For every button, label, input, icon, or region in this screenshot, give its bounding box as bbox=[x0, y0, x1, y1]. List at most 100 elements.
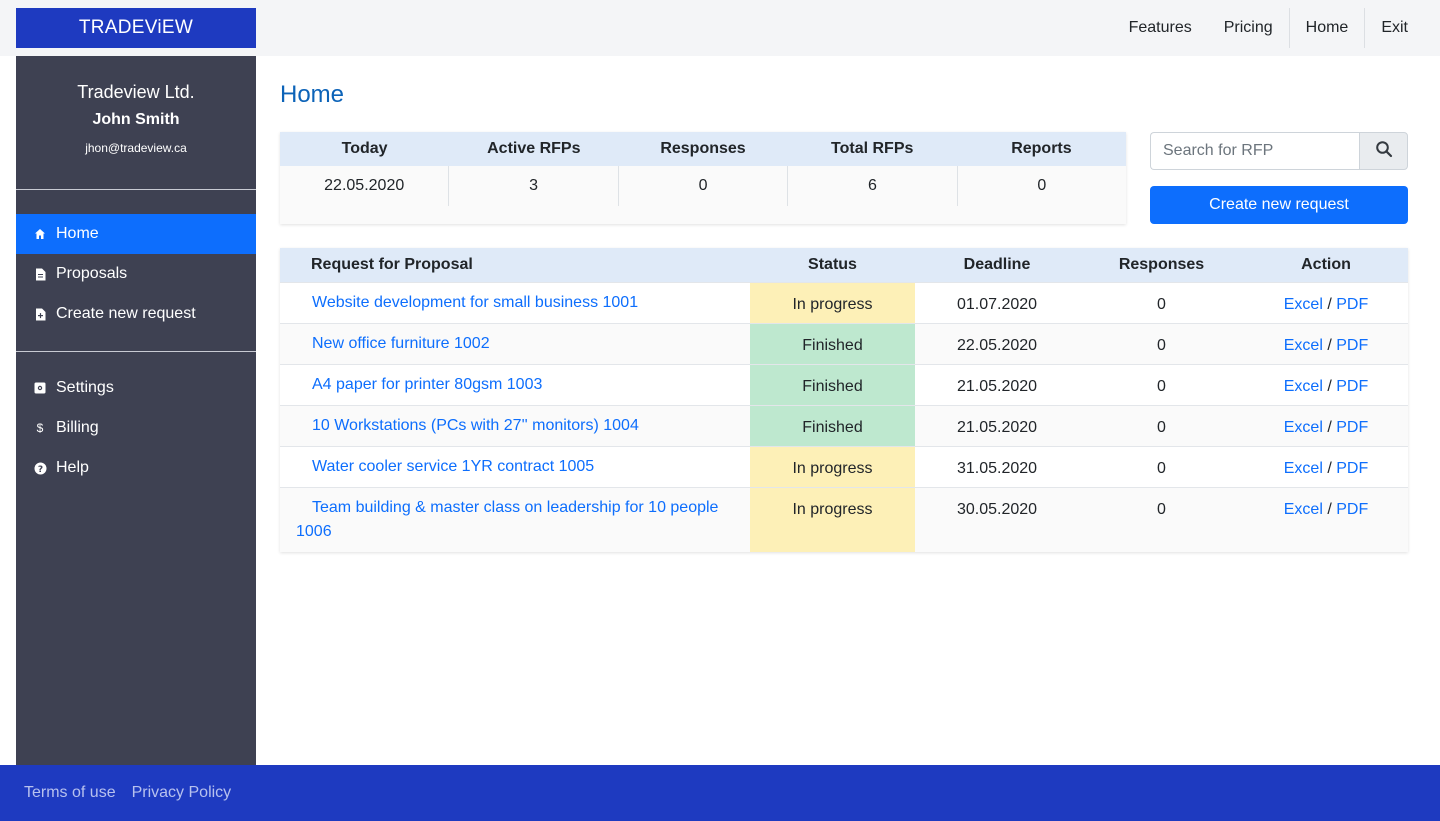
document-icon bbox=[32, 266, 48, 282]
search-input[interactable] bbox=[1150, 132, 1359, 170]
nav-features-link[interactable]: Features bbox=[1113, 8, 1208, 48]
top-nav: Features Pricing Home Exit bbox=[1113, 8, 1424, 48]
action-cell: Excel / PDF bbox=[1244, 447, 1408, 487]
page-title: Home bbox=[280, 81, 345, 108]
table-row: New office furniture 1002 Finished 22.05… bbox=[280, 323, 1408, 364]
terms-of-use-link[interactable]: Terms of use bbox=[24, 784, 116, 802]
rfp-title-link[interactable]: 10 Workstations (PCs with 27'' monitors)… bbox=[296, 414, 730, 438]
sidebar-item-label: Proposals bbox=[56, 265, 128, 282]
action-separator: / bbox=[1327, 501, 1332, 518]
action-separator: / bbox=[1327, 378, 1332, 395]
pdf-link[interactable]: PDF bbox=[1336, 378, 1368, 395]
responses-cell: 0 bbox=[1157, 378, 1166, 395]
nav-exit-link[interactable]: Exit bbox=[1365, 8, 1424, 48]
excel-link[interactable]: Excel bbox=[1284, 337, 1323, 354]
stats-value-total-rfps: 6 bbox=[788, 166, 958, 206]
search-group bbox=[1150, 132, 1408, 170]
table-row: Team building & master class on leadersh… bbox=[280, 487, 1408, 552]
status-cell: In progress bbox=[750, 283, 915, 323]
table-row: A4 paper for printer 80gsm 1003 Finished… bbox=[280, 364, 1408, 405]
stats-value-today: 22.05.2020 bbox=[280, 166, 450, 206]
stats-header-active-rfps: Active RFPs bbox=[487, 140, 581, 157]
nav-home-link[interactable]: Home bbox=[1290, 8, 1365, 48]
status-cell: In progress bbox=[750, 447, 915, 487]
sidebar-item-help[interactable]: ? Help bbox=[16, 448, 256, 488]
rfp-title-link[interactable]: New office furniture 1002 bbox=[296, 332, 730, 356]
settings-icon bbox=[32, 380, 48, 396]
table-row: Website development for small business 1… bbox=[280, 282, 1408, 323]
rfp-title-link[interactable]: Team building & master class on leadersh… bbox=[296, 496, 730, 544]
pdf-link[interactable]: PDF bbox=[1336, 337, 1368, 354]
sidebar-item-proposals[interactable]: Proposals bbox=[16, 254, 256, 294]
svg-text:?: ? bbox=[37, 464, 42, 474]
pdf-link[interactable]: PDF bbox=[1336, 296, 1368, 313]
rfp-title-link[interactable]: Website development for small business 1… bbox=[296, 291, 730, 315]
sidebar-item-billing[interactable]: $ Billing bbox=[16, 408, 256, 448]
responses-cell: 0 bbox=[1157, 460, 1166, 477]
stats-header-reports: Reports bbox=[1011, 140, 1072, 157]
excel-link[interactable]: Excel bbox=[1284, 378, 1323, 395]
action-cell: Excel / PDF bbox=[1244, 283, 1408, 323]
action-cell: Excel / PDF bbox=[1244, 406, 1408, 446]
table-row: 10 Workstations (PCs with 27'' monitors)… bbox=[280, 405, 1408, 446]
stats-header-responses: Responses bbox=[660, 140, 746, 157]
document-add-icon bbox=[32, 306, 48, 322]
company-name: Tradeview Ltd. bbox=[77, 82, 195, 102]
responses-cell: 0 bbox=[1157, 337, 1166, 354]
stats-header-today: Today bbox=[341, 140, 388, 157]
pdf-link[interactable]: PDF bbox=[1336, 460, 1368, 477]
stats-value-reports: 0 bbox=[1037, 177, 1047, 194]
column-header-request: Request for Proposal bbox=[311, 256, 473, 273]
rfp-title-link[interactable]: Water cooler service 1YR contract 1005 bbox=[296, 455, 730, 479]
action-cell: Excel / PDF bbox=[1244, 488, 1408, 552]
excel-link[interactable]: Excel bbox=[1284, 501, 1323, 518]
brand-logo[interactable]: TRADEViEW bbox=[16, 8, 256, 48]
privacy-policy-link[interactable]: Privacy Policy bbox=[132, 784, 232, 802]
sidebar: Tradeview Ltd. John Smith jhon@tradeview… bbox=[16, 56, 256, 765]
deadline-cell: 01.07.2020 bbox=[956, 296, 1038, 313]
top-navbar: TRADEViEW Features Pricing Home Exit bbox=[0, 0, 1440, 56]
deadline-cell: 22.05.2020 bbox=[956, 337, 1038, 354]
excel-link[interactable]: Excel bbox=[1284, 419, 1323, 436]
action-separator: / bbox=[1327, 296, 1332, 313]
excel-link[interactable]: Excel bbox=[1284, 460, 1323, 477]
stats-header-row: Today Active RFPs Responses Total RFPs R… bbox=[280, 132, 1126, 166]
rfp-table: Request for Proposal Status Deadline Res… bbox=[280, 248, 1408, 552]
column-header-status: Status bbox=[808, 256, 857, 273]
action-separator: / bbox=[1327, 337, 1332, 354]
action-separator: / bbox=[1327, 419, 1332, 436]
status-cell: In progress bbox=[750, 488, 915, 552]
home-icon bbox=[32, 226, 48, 242]
sidebar-item-label: Create new request bbox=[56, 305, 196, 322]
stats-value-row: 22.05.2020 3 0 6 0 bbox=[280, 166, 1126, 206]
deadline-cell: 31.05.2020 bbox=[956, 460, 1038, 477]
nav-pricing-link[interactable]: Pricing bbox=[1208, 8, 1289, 48]
sidebar-item-label: Home bbox=[56, 225, 99, 242]
excel-link[interactable]: Excel bbox=[1284, 296, 1323, 313]
status-cell: Finished bbox=[750, 324, 915, 364]
column-header-responses: Responses bbox=[1118, 256, 1205, 273]
deadline-cell: 30.05.2020 bbox=[956, 501, 1038, 518]
user-name: John Smith bbox=[92, 111, 180, 128]
pdf-link[interactable]: PDF bbox=[1336, 419, 1368, 436]
stats-panel: Today Active RFPs Responses Total RFPs R… bbox=[280, 132, 1126, 224]
stats-value-active-rfps: 3 bbox=[449, 166, 619, 206]
search-icon bbox=[1375, 140, 1393, 163]
rfp-title-link[interactable]: A4 paper for printer 80gsm 1003 bbox=[296, 373, 730, 397]
sidebar-item-label: Help bbox=[56, 459, 89, 476]
column-header-action: Action bbox=[1301, 256, 1351, 273]
responses-cell: 0 bbox=[1157, 296, 1166, 313]
pdf-link[interactable]: PDF bbox=[1336, 501, 1368, 518]
dollar-icon: $ bbox=[36, 421, 44, 435]
user-email: jhon@tradeview.ca bbox=[85, 141, 187, 155]
sidebar-item-settings[interactable]: Settings bbox=[16, 368, 256, 408]
search-button[interactable] bbox=[1359, 132, 1408, 170]
sidebar-item-label: Billing bbox=[56, 419, 99, 436]
sidebar-item-create-new-request[interactable]: Create new request bbox=[16, 294, 256, 334]
sidebar-menu-secondary: Settings $ Billing ? Help bbox=[16, 351, 256, 488]
stats-value-responses: 0 bbox=[619, 166, 789, 206]
create-new-request-button[interactable]: Create new request bbox=[1150, 186, 1408, 224]
status-cell: Finished bbox=[750, 365, 915, 405]
action-cell: Excel / PDF bbox=[1244, 324, 1408, 364]
sidebar-item-home[interactable]: Home bbox=[16, 214, 256, 254]
